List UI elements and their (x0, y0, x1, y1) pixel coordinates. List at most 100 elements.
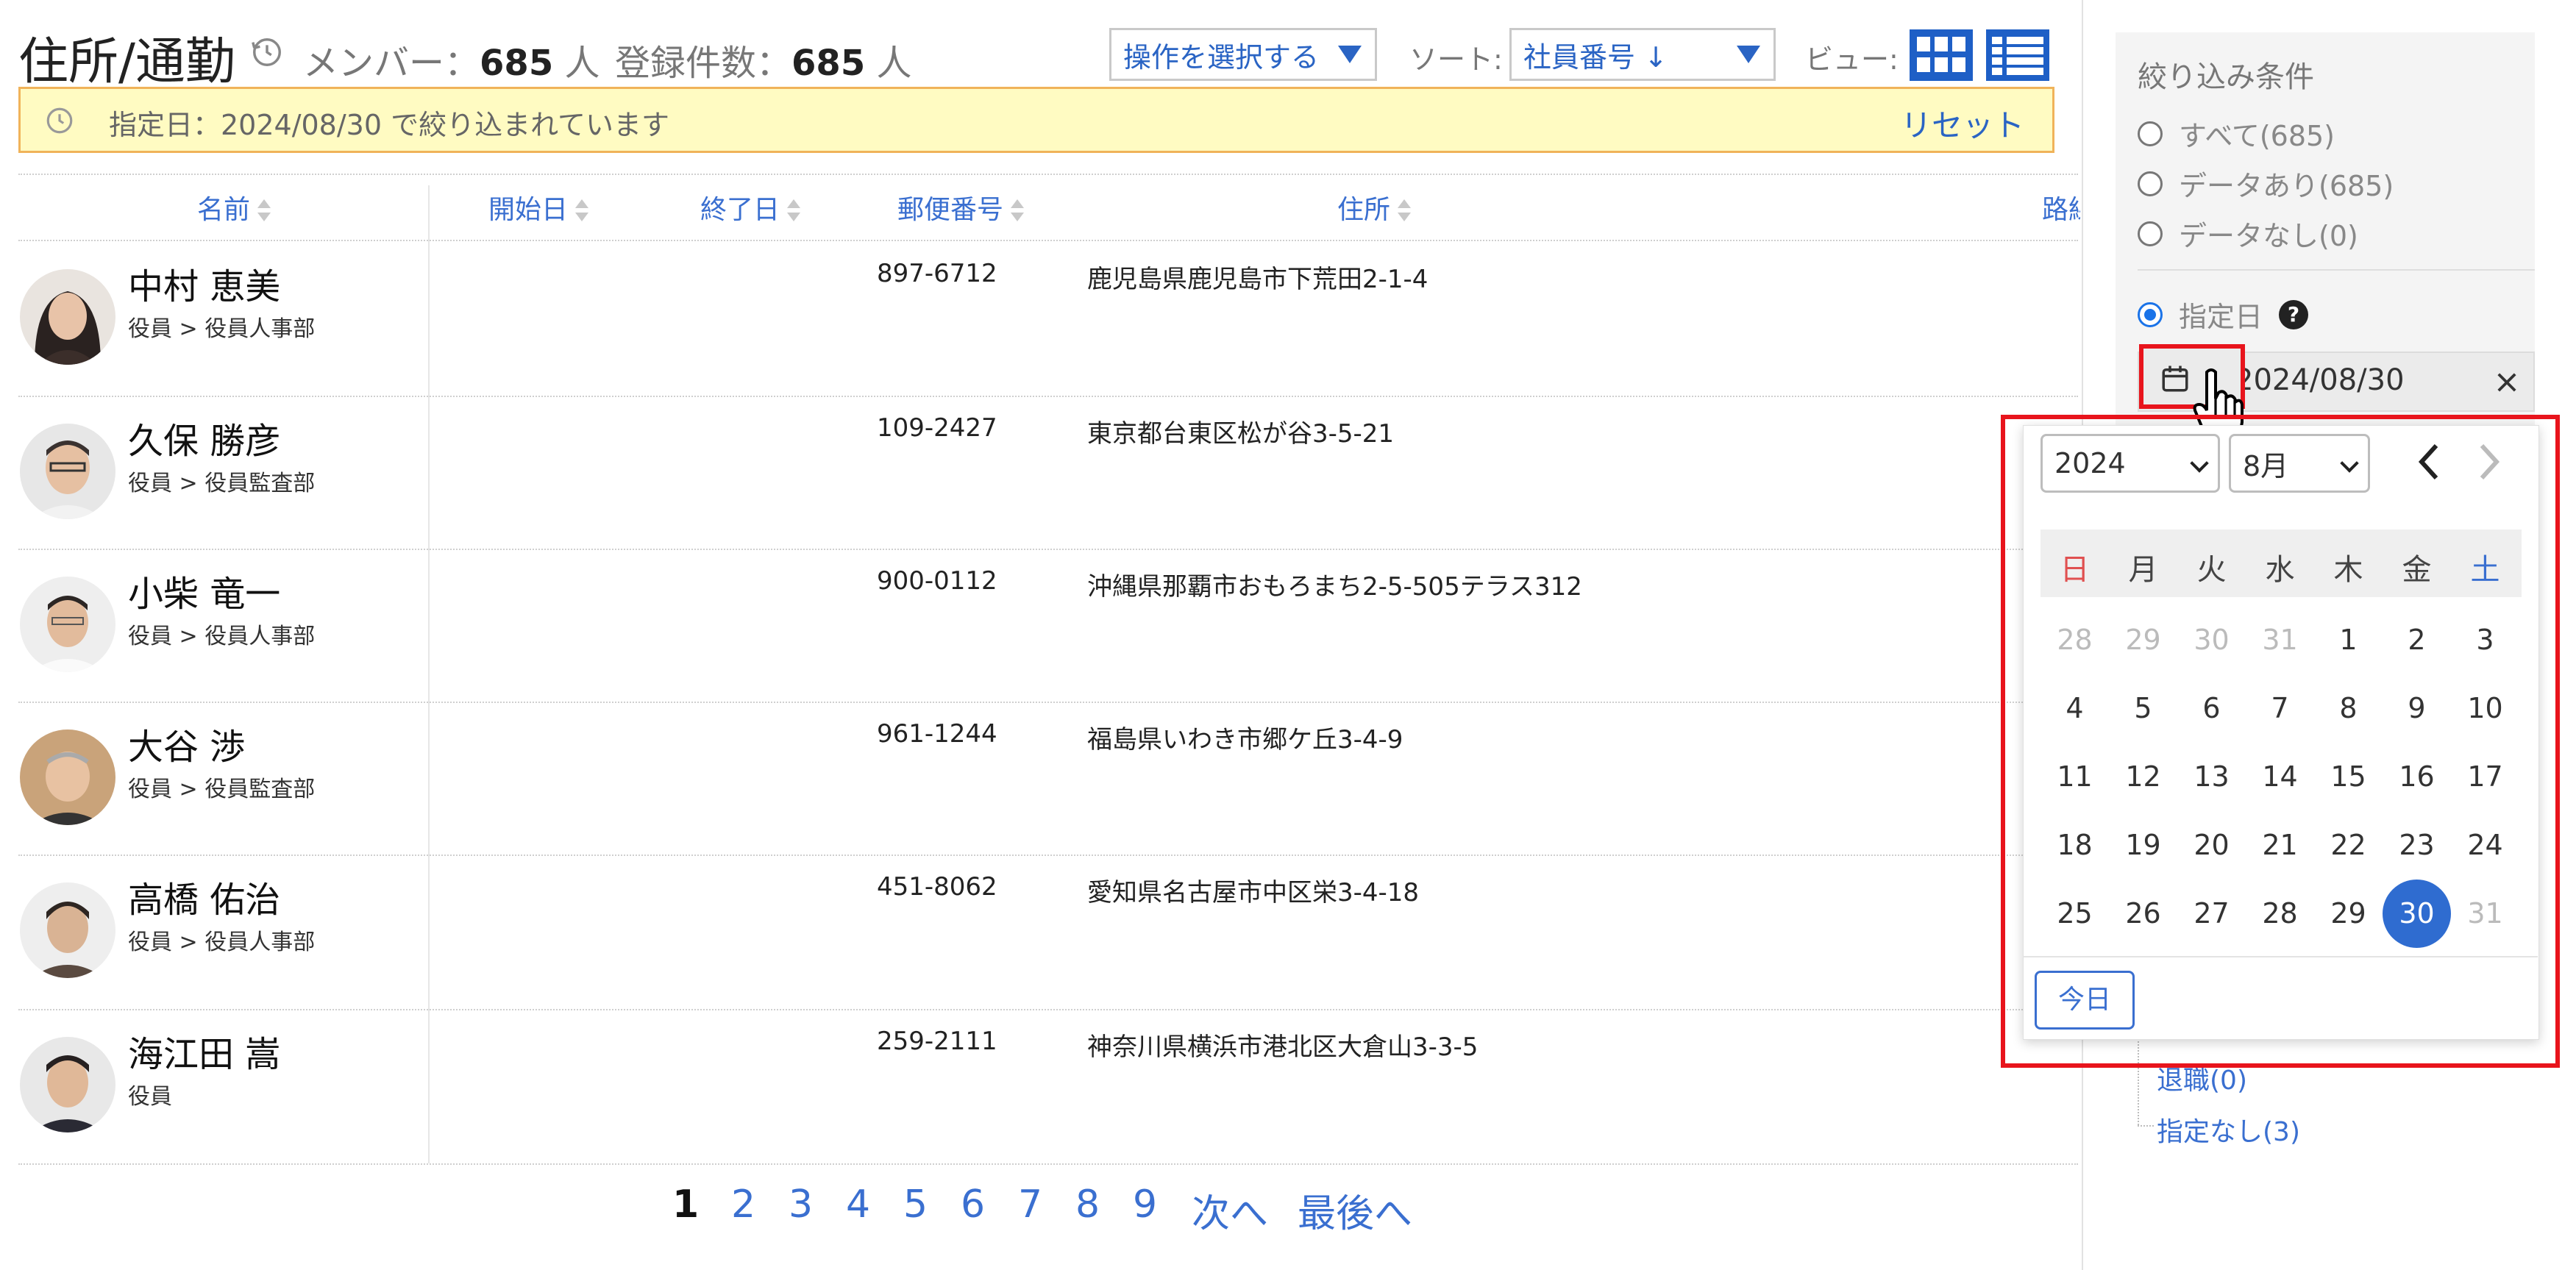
calendar-day[interactable]: 20 (2177, 811, 2246, 880)
view-label: ビュー: (1805, 43, 1899, 76)
calendar-day[interactable]: 29 (2109, 606, 2177, 674)
table-row[interactable]: 小柴 竜一 役員 > 役員人事部 900-0112 沖縄県那覇市おもろまち2-5… (0, 550, 2080, 703)
tree-item-unspecified[interactable]: 指定なし(3) (2157, 1110, 2300, 1149)
calendar-day[interactable]: 19 (2109, 811, 2177, 880)
filter-option-has-data[interactable]: データあり(685) (2138, 163, 2394, 204)
table-row[interactable]: 海江田 嵩 役員 259-2111 神奈川県横浜市港北区大倉山3-3-5 (0, 1010, 2080, 1163)
calendar-day[interactable]: 14 (2246, 743, 2314, 811)
page-link-8[interactable]: 8 (1075, 1182, 1100, 1227)
calendar-day[interactable]: 28 (2246, 880, 2314, 948)
reset-link[interactable]: リセット (1901, 101, 2024, 146)
employee-name[interactable]: 海江田 嵩 (128, 1025, 280, 1077)
help-icon[interactable]: ? (2279, 299, 2309, 329)
close-icon[interactable] (2495, 371, 2519, 394)
today-button[interactable]: 今日 (2035, 971, 2135, 1030)
calendar-day[interactable]: 22 (2314, 811, 2383, 880)
weekday-tue: 火 (2196, 553, 2227, 587)
year-select-label: 2024 (2054, 447, 2126, 479)
history-icon[interactable] (250, 35, 284, 69)
column-header-route[interactable]: 路線 (2042, 188, 2080, 226)
calendar-day[interactable]: 4 (2040, 674, 2109, 743)
calendar-icon (2162, 365, 2188, 392)
calendar-day[interactable]: 11 (2040, 743, 2109, 811)
chevron-down-icon (2190, 454, 2209, 473)
calendar-day[interactable]: 5 (2109, 674, 2177, 743)
table-row[interactable]: 高橋 佑治 役員 > 役員人事部 451-8062 愛知県名古屋市中区栄3-4-… (0, 856, 2080, 1009)
tree-item-retired[interactable]: 退職(0) (2157, 1059, 2247, 1097)
calendar-day[interactable]: 29 (2314, 880, 2383, 948)
calendar-day[interactable]: 30 (2177, 606, 2246, 674)
calendar-day[interactable]: 3 (2451, 606, 2519, 674)
employee-name[interactable]: 小柴 竜一 (128, 565, 280, 616)
dropdown-arrow-icon (1338, 46, 1362, 63)
calendar-day[interactable]: 28 (2040, 606, 2109, 674)
calendar-day[interactable]: 7 (2246, 674, 2314, 743)
employee-name[interactable]: 中村 恵美 (128, 257, 280, 309)
column-header-address[interactable]: 住所 (1337, 188, 1412, 226)
operation-select[interactable]: 操作を選択する (1109, 28, 1377, 81)
page-link-5[interactable]: 5 (903, 1182, 928, 1227)
column-header-end-date[interactable]: 終了日 (700, 188, 801, 226)
address: 福島県いわき市郷ケ丘3-4-9 (1087, 725, 1403, 754)
page-link-7[interactable]: 7 (1018, 1182, 1042, 1227)
year-select[interactable]: 2024 (2040, 434, 2220, 493)
page-link-9[interactable]: 9 (1133, 1182, 1157, 1227)
calendar-day[interactable]: 8 (2314, 674, 2383, 743)
filter-option-all[interactable]: すべて(685) (2138, 113, 2335, 154)
column-header-postal[interactable]: 郵便番号 (897, 188, 1025, 226)
calendar-day[interactable]: 18 (2040, 811, 2109, 880)
calendar-day[interactable]: 9 (2383, 674, 2451, 743)
last-page-link[interactable]: 最後へ (1298, 1182, 1412, 1238)
sort-select[interactable]: 社員番号 ↓ (1509, 28, 1776, 81)
column-header-start-date[interactable]: 開始日 (488, 188, 589, 226)
radio-icon (2138, 121, 2163, 146)
chevron-down-icon (2340, 454, 2359, 473)
calendar-day[interactable]: 24 (2451, 811, 2519, 880)
address: 沖縄県那覇市おもろまち2-5-505テラス312 (1087, 572, 1582, 602)
calendar-day[interactable]: 10 (2451, 674, 2519, 743)
page-link-4[interactable]: 4 (846, 1182, 870, 1227)
filter-option-no-data[interactable]: データなし(0) (2138, 213, 2358, 254)
calendar-day[interactable]: 1 (2314, 606, 2383, 674)
weekday-wed: 水 (2265, 553, 2295, 587)
sort-select-label: 社員番号 ↓ (1523, 40, 1668, 74)
page-link-2[interactable]: 2 (731, 1182, 755, 1227)
grid-icon (1917, 37, 1965, 72)
calendar-day[interactable]: 15 (2314, 743, 2383, 811)
row-divider (18, 240, 2078, 241)
calendar-day[interactable]: 27 (2177, 880, 2246, 948)
next-month-icon[interactable] (2474, 441, 2504, 482)
calendar-day[interactable]: 13 (2177, 743, 2246, 811)
table-row[interactable]: 中村 恵美 役員 > 役員人事部 897-6712 鹿児島県鹿児島市下荒田2-1… (0, 243, 2080, 396)
calendar-day[interactable]: 31 (2246, 606, 2314, 674)
previous-month-icon[interactable] (2414, 441, 2444, 482)
calendar-day[interactable]: 30 (2383, 880, 2451, 948)
month-select[interactable]: 8月 (2229, 434, 2370, 493)
calendar-day[interactable]: 17 (2451, 743, 2519, 811)
calendar-day[interactable]: 12 (2109, 743, 2177, 811)
weekday-thu: 木 (2333, 553, 2363, 587)
calendar-day[interactable]: 2 (2383, 606, 2451, 674)
calendar-day[interactable]: 16 (2383, 743, 2451, 811)
calendar-day[interactable]: 26 (2109, 880, 2177, 948)
employee-name[interactable]: 久保 勝彦 (128, 412, 280, 463)
column-header-name[interactable]: 名前 (197, 188, 271, 226)
table-row[interactable]: 久保 勝彦 役員 > 役員監査部 109-2427 東京都台東区松が谷3-5-2… (0, 397, 2080, 550)
list-view-button[interactable] (1986, 29, 2049, 81)
sort-icon (787, 198, 801, 224)
calendar-day[interactable]: 21 (2246, 811, 2314, 880)
table-row[interactable]: 大谷 渉 役員 > 役員監査部 961-1244 福島県いわき市郷ケ丘3-4-9 (0, 703, 2080, 856)
calendar-day[interactable]: 25 (2040, 880, 2109, 948)
avatar (20, 424, 115, 519)
calendar-day[interactable]: 31 (2451, 880, 2519, 948)
grid-view-button[interactable] (1910, 29, 1973, 81)
page-link-6[interactable]: 6 (961, 1182, 985, 1227)
next-page-link[interactable]: 次へ (1192, 1182, 1268, 1238)
employee-name[interactable]: 大谷 渉 (128, 718, 245, 769)
filter-option-date[interactable]: 指定日 ? (2138, 294, 2309, 335)
filter-title: 絞り込み条件 (2138, 60, 2314, 94)
calendar-day[interactable]: 6 (2177, 674, 2246, 743)
calendar-day[interactable]: 23 (2383, 811, 2451, 880)
page-link-3[interactable]: 3 (789, 1182, 813, 1227)
employee-name[interactable]: 高橋 佑治 (128, 871, 280, 922)
